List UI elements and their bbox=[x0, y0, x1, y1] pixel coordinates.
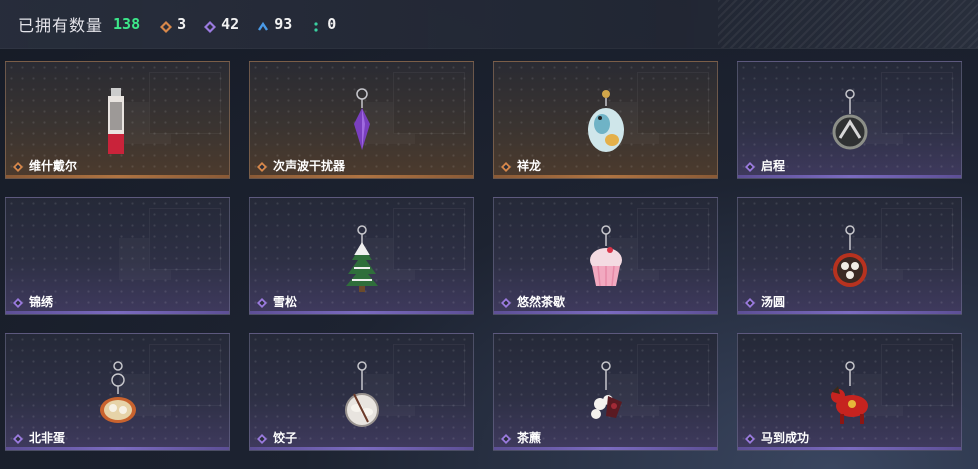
item-card[interactable]: 雪松 bbox=[249, 197, 474, 315]
horse-charm-icon bbox=[830, 361, 868, 424]
card-charm-icon bbox=[107, 88, 124, 154]
item-card[interactable]: 锦绣 bbox=[5, 197, 230, 315]
stat-green: 0 bbox=[310, 15, 336, 33]
stat-purple: 42 bbox=[204, 15, 239, 33]
stat-blue: 93 bbox=[257, 15, 292, 33]
orange-rarity-icon bbox=[13, 161, 23, 172]
item-card[interactable]: 马到成功 bbox=[737, 333, 962, 451]
purple-rarity-icon bbox=[745, 297, 755, 308]
item-name: 悠然茶歇 bbox=[517, 295, 566, 309]
item-name: 维什戴尔 bbox=[29, 159, 78, 173]
item-name: 马到成功 bbox=[761, 431, 810, 445]
item-name: 汤圆 bbox=[761, 295, 786, 309]
item-card[interactable]: 次声波干扰器 bbox=[249, 61, 474, 179]
medal-charm-icon bbox=[832, 89, 867, 150]
item-name: 次声波干扰器 bbox=[273, 159, 346, 173]
item-name: 锦绣 bbox=[29, 295, 54, 309]
item-name: 饺子 bbox=[273, 431, 298, 445]
purple-rarity-icon bbox=[745, 161, 755, 172]
header-decoration bbox=[718, 0, 978, 48]
item-card[interactable]: 悠然茶歇 bbox=[493, 197, 718, 315]
purple-rarity-icon bbox=[13, 297, 23, 308]
item-card[interactable]: 维什戴尔 bbox=[5, 61, 230, 179]
flower-charm-icon bbox=[590, 361, 622, 419]
purple-rarity-icon bbox=[204, 18, 217, 33]
collection-header: 已拥有数量 138 3 42 93 0 bbox=[0, 0, 978, 49]
item-card[interactable]: 启程 bbox=[737, 61, 962, 179]
item-name: 雪松 bbox=[273, 295, 298, 309]
orange-rarity-icon bbox=[160, 18, 173, 33]
item-name: 北非蛋 bbox=[29, 431, 66, 445]
crystal-charm-icon bbox=[353, 88, 370, 150]
dragon-charm-icon bbox=[587, 90, 624, 152]
purple-rarity-icon bbox=[745, 433, 755, 444]
purple-rarity-icon bbox=[13, 433, 23, 444]
pan-charm-icon bbox=[99, 361, 136, 423]
orange-rarity-icon bbox=[501, 161, 511, 172]
plate-charm-icon bbox=[344, 361, 379, 427]
bowl-charm-icon bbox=[832, 225, 867, 287]
purple-rarity-icon bbox=[257, 297, 267, 308]
blue-count: 93 bbox=[274, 15, 293, 33]
green-count: 0 bbox=[327, 15, 337, 33]
item-card[interactable]: 北非蛋 bbox=[5, 333, 230, 451]
item-name: 茶藨 bbox=[517, 431, 542, 445]
orange-count: 3 bbox=[177, 15, 187, 33]
item-card[interactable]: 饺子 bbox=[249, 333, 474, 451]
item-name: 启程 bbox=[761, 159, 786, 173]
purple-rarity-icon bbox=[501, 297, 511, 308]
item-card[interactable]: 茶藨 bbox=[493, 333, 718, 451]
purple-count: 42 bbox=[221, 15, 240, 33]
owned-total-count: 138 bbox=[113, 15, 141, 33]
stat-orange: 3 bbox=[160, 15, 186, 33]
item-card[interactable]: 汤圆 bbox=[737, 197, 962, 315]
owned-count-title: 已拥有数量 bbox=[18, 16, 104, 35]
pine-charm-icon bbox=[345, 225, 378, 292]
purple-rarity-icon bbox=[501, 433, 511, 444]
item-card[interactable]: 祥龙 bbox=[493, 61, 718, 179]
cupcake-charm-icon bbox=[589, 225, 622, 287]
item-name: 祥龙 bbox=[517, 159, 542, 173]
orange-rarity-icon bbox=[257, 161, 267, 172]
blue-rarity-icon bbox=[257, 18, 269, 31]
green-rarity-icon bbox=[310, 18, 322, 32]
purple-rarity-icon bbox=[257, 433, 267, 444]
